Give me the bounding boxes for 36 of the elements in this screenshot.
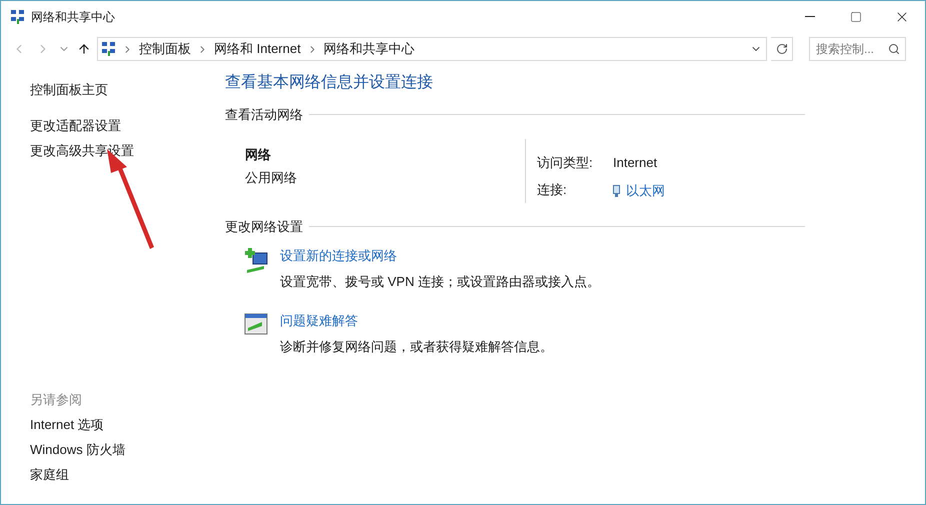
connection-label: 连接: <box>537 180 568 198</box>
breadcrumb-item[interactable]: 控制面板 <box>139 39 191 59</box>
app-icon <box>11 10 25 24</box>
network-name: 网络 <box>245 146 272 164</box>
network-type: 公用网络 <box>245 169 298 187</box>
task-link[interactable]: 设置新的连接或网络 <box>280 246 600 266</box>
section-heading: 查看活动网络 <box>225 106 303 124</box>
refresh-icon <box>776 43 788 55</box>
location-icon <box>102 42 116 56</box>
up-arrow-icon <box>77 42 91 56</box>
search-icon <box>888 43 900 55</box>
ethernet-link[interactable]: 以太网 <box>626 181 665 201</box>
see-also-heading: 另请参阅 <box>30 391 83 409</box>
see-also-link[interactable]: Internet 选项 <box>30 416 195 434</box>
ethernet-icon <box>613 185 620 197</box>
address-bar[interactable]: 控制面板 网络和 Internet 网络和共享中心 <box>97 37 767 61</box>
maximize-icon <box>850 10 862 22</box>
network-add-icon <box>244 248 270 274</box>
minimize-icon <box>805 16 815 17</box>
sidebar-link[interactable]: 控制面板主页 <box>30 81 195 99</box>
access-type-label: 访问类型: <box>537 154 594 172</box>
troubleshoot-icon <box>244 313 268 335</box>
task-link[interactable]: 问题疑难解答 <box>280 311 553 330</box>
see-also-link[interactable]: Windows 防火墙 <box>30 441 195 459</box>
section-heading: 更改网络设置 <box>225 218 303 236</box>
window-title: 网络和共享中心 <box>31 8 115 26</box>
task-description: 诊断并修复网络问题，或者获得疑难解答信息。 <box>280 338 553 356</box>
breadcrumb-item[interactable]: 网络和共享中心 <box>324 39 415 59</box>
breadcrumb-item[interactable]: 网络和 Internet <box>214 39 301 59</box>
refresh-button[interactable] <box>771 37 793 61</box>
page-title: 查看基本网络信息并设置连接 <box>225 73 434 93</box>
search-field[interactable]: 搜索控制... <box>809 37 906 61</box>
access-type-value: Internet <box>613 154 658 172</box>
task-description: 设置宽带、拨号或 VPN 连接；或设置路由器或接入点。 <box>280 272 600 290</box>
sidebar-link[interactable]: 更改适配器设置 <box>30 117 195 135</box>
see-also-link[interactable]: 家庭组 <box>30 466 195 484</box>
